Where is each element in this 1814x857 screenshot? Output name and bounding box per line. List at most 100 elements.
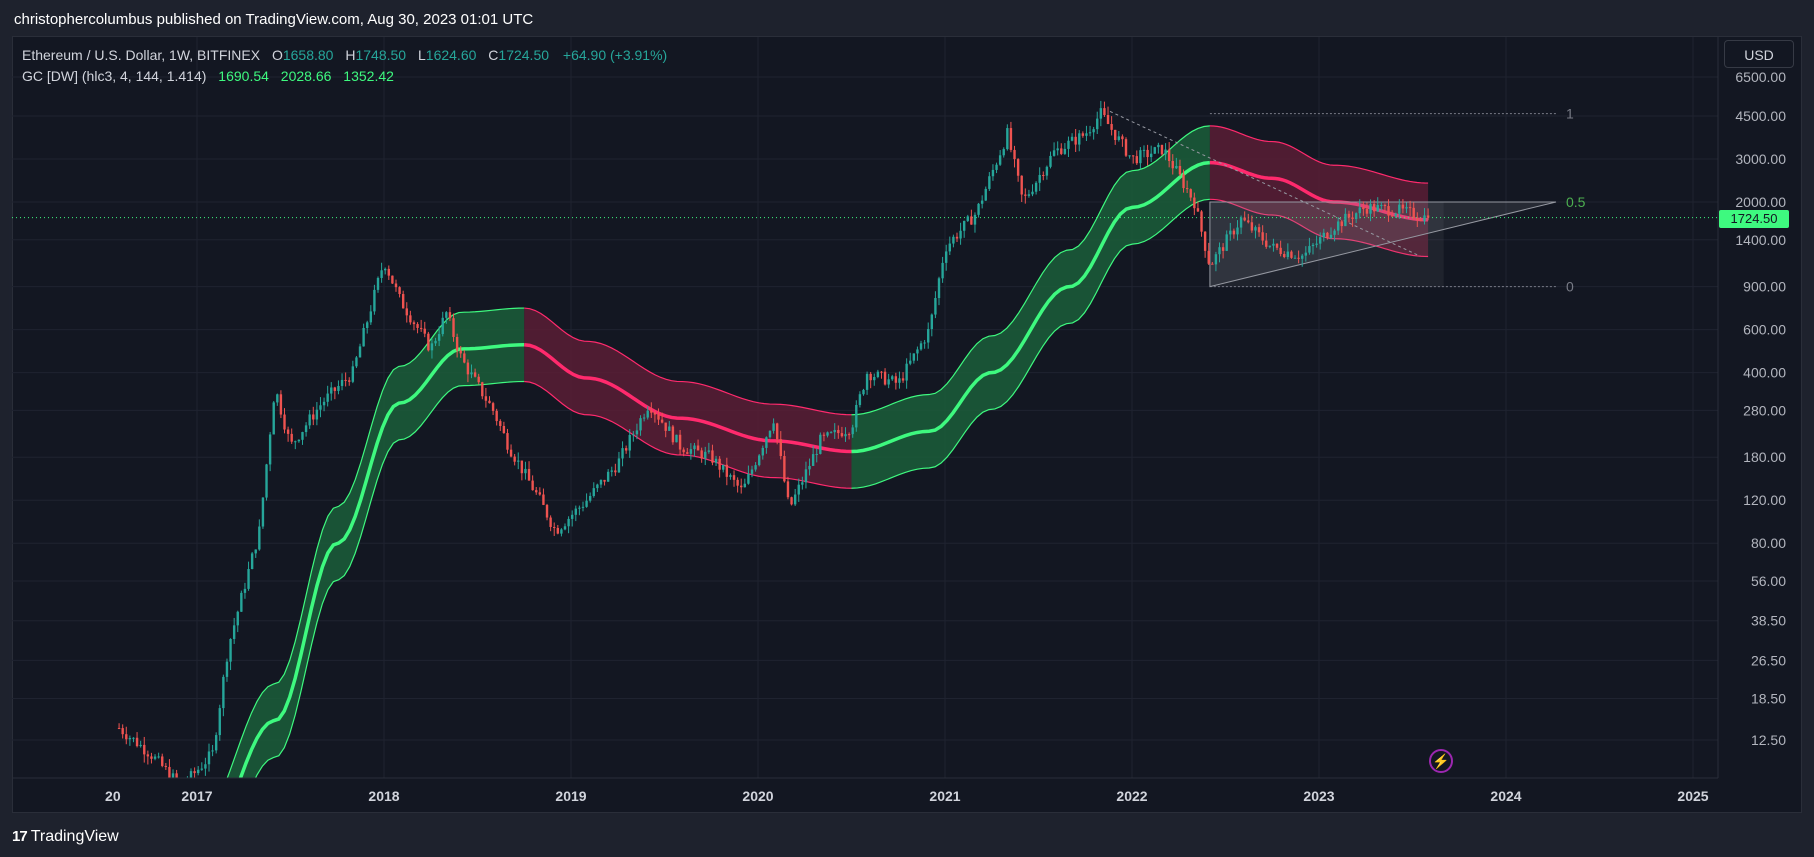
candle-body (254, 549, 257, 554)
candle-body (499, 421, 502, 426)
candle-body (977, 203, 980, 215)
candle-body (466, 362, 470, 375)
candle-body (880, 371, 883, 373)
candle-body (1070, 136, 1074, 141)
candle-body (1142, 149, 1146, 151)
candle-body (236, 611, 239, 626)
low-label: L (417, 47, 426, 63)
candle-body (736, 479, 739, 486)
candle-body (502, 425, 506, 434)
candle-body (898, 378, 901, 383)
symbol-title[interactable]: Ethereum / U.S. Dollar, 1W, BITFINEX (22, 47, 260, 63)
x-tick-label: 2024 (1490, 788, 1521, 804)
candle-body (1171, 160, 1174, 169)
candle-body (153, 756, 157, 759)
candle-body (765, 437, 768, 448)
candle-body (876, 371, 880, 377)
tradingview-logo-icon: 17 (12, 828, 28, 845)
candle-body (711, 450, 714, 463)
candle-body (887, 379, 890, 385)
candle-body (312, 414, 315, 420)
x-tick-label: 2021 (929, 788, 960, 804)
candle-body (944, 251, 948, 263)
candle-body (179, 781, 181, 784)
candle-body (606, 471, 610, 482)
candle-body (624, 448, 628, 451)
candle-body (1117, 136, 1121, 140)
candle-body (283, 414, 286, 430)
y-tick-label: 900.00 (1743, 279, 1786, 295)
candle-body (1376, 204, 1379, 212)
candle-body (761, 447, 764, 456)
candle-body (484, 396, 488, 401)
candle-body (1045, 166, 1049, 176)
candle-body (1193, 197, 1196, 209)
candle-body (387, 268, 390, 276)
indicator-row: GC [DW] (hlc3, 4, 144, 1.414) 1690.54 20… (22, 66, 667, 87)
y-tick-label: 180.00 (1743, 449, 1786, 465)
high-label: H (345, 47, 356, 63)
candle-body (750, 469, 754, 474)
candle-body (297, 439, 301, 442)
candle-body (290, 433, 293, 442)
candle-body (991, 169, 995, 177)
close-label: C (488, 47, 499, 63)
candle-body (1426, 215, 1430, 218)
candle-body (560, 529, 563, 534)
candle-body (804, 469, 808, 483)
candle-body (675, 434, 678, 443)
lightning-icon[interactable]: ⚡ (1429, 749, 1453, 773)
candle-body (1351, 217, 1354, 220)
y-tick-label: 280.00 (1743, 402, 1786, 418)
candle-body (556, 527, 560, 534)
x-tick-label: 2022 (1116, 788, 1147, 804)
candle-body (146, 754, 150, 757)
candle-body (470, 372, 473, 375)
candle-body (268, 434, 272, 465)
fib-label: 1 (1566, 106, 1574, 122)
grid-lines (9, 37, 1718, 778)
candle-body (1247, 220, 1250, 223)
candle-body (747, 473, 750, 484)
candle-body (578, 507, 581, 509)
candle-body (488, 400, 491, 404)
candle-body (1261, 232, 1264, 241)
candle-body (740, 485, 743, 488)
candle-body (635, 430, 639, 435)
candle-body (398, 287, 401, 295)
candle-body (1027, 194, 1031, 196)
y-tick-label: 26.50 (1751, 652, 1786, 668)
candle-body (1110, 124, 1113, 130)
candle-body (1318, 237, 1322, 244)
indicator-title[interactable]: GC [DW] (hlc3, 4, 144, 1.414) (22, 68, 206, 84)
candle-body (207, 751, 211, 765)
candle-body (628, 434, 631, 451)
candle-body (754, 465, 757, 470)
brand-label: TradingView (30, 828, 119, 845)
candle-body (596, 484, 599, 489)
candle-body (1423, 215, 1426, 221)
candle-body (1121, 136, 1124, 140)
currency-button[interactable]: USD (1724, 40, 1794, 68)
candle-body (678, 434, 682, 450)
candle-body (276, 394, 279, 403)
candle-body (1063, 148, 1067, 154)
channel-lower-line (254, 380, 525, 778)
price-chart[interactable]: 10.50 6500.004500.003000.002000.001400.0… (0, 0, 1814, 857)
candle-body (653, 412, 657, 415)
candle-body (905, 363, 908, 381)
indicator-mid: 1690.54 (218, 68, 269, 84)
candle-body (419, 327, 423, 329)
candle-body (366, 322, 369, 328)
candle-body (883, 371, 887, 385)
candle-body (463, 353, 466, 363)
candle-body (1160, 144, 1164, 155)
candle-body (1387, 206, 1390, 216)
candle-body (545, 504, 549, 518)
candle-body (930, 314, 934, 330)
chart-legend: Ethereum / U.S. Dollar, 1W, BITFINEX O16… (22, 45, 667, 87)
candle-body (682, 449, 685, 453)
candle-body (865, 373, 869, 390)
x-axis: 20 2017 2018 2019 2020 2021 2022 2023 2024 2025 (12, 777, 1718, 804)
tradingview-brand[interactable]: 17 TradingView (12, 828, 119, 846)
